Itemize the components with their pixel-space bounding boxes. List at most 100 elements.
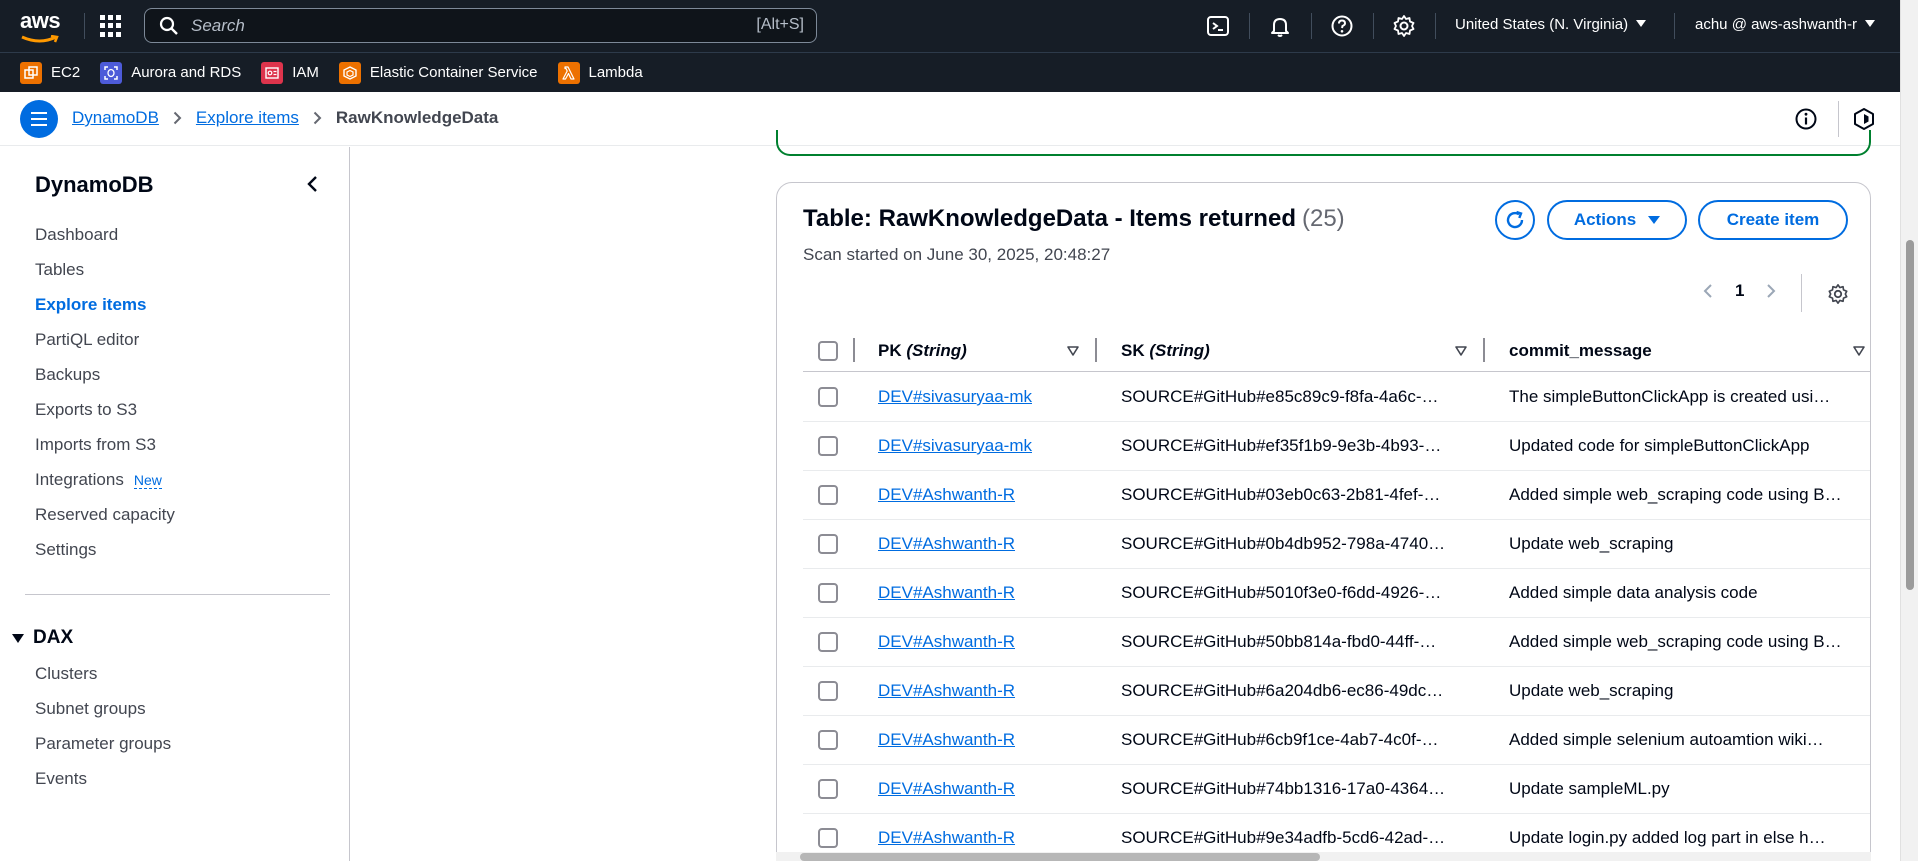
row-checkbox[interactable] [818, 534, 838, 554]
search-input[interactable] [191, 15, 731, 36]
row-commit-message: The simpleButtonClickApp is created usi… [1509, 387, 1831, 406]
breadcrumb-current: RawKnowledgeData [335, 108, 499, 127]
search-box[interactable]: [Alt+S] [144, 8, 817, 43]
ecs-icon [338, 61, 361, 84]
select-all-checkbox[interactable] [818, 341, 838, 361]
vertical-scrollbar[interactable] [1900, 0, 1918, 861]
breadcrumb-explore-items[interactable]: Explore items [196, 108, 299, 128]
feedback-hexagon-icon[interactable] [1852, 107, 1876, 131]
row-checkbox[interactable] [818, 485, 838, 505]
row-checkbox[interactable] [818, 730, 838, 750]
settings-gear-icon[interactable] [1392, 14, 1416, 38]
aws-logo[interactable]: aws [20, 10, 64, 43]
sidenav-item-exports-to-s3[interactable]: Exports to S3 [35, 400, 137, 420]
breadcrumb-dynamodb[interactable]: DynamoDB [72, 108, 159, 128]
sidenav-section-dax[interactable]: DAX [12, 627, 73, 649]
notifications-bell-icon[interactable] [1268, 14, 1292, 38]
region-selector[interactable]: United States (N. Virginia) [1455, 16, 1647, 33]
help-icon[interactable] [1330, 14, 1354, 38]
column-divider[interactable] [1095, 338, 1097, 362]
sidenav-item-clusters[interactable]: Clusters [35, 664, 97, 684]
sidenav-item-events[interactable]: Events [35, 769, 87, 789]
horizontal-scrollbar-thumb[interactable] [800, 853, 1320, 861]
table-header: PK (String) SK (String) commit_message [803, 330, 1870, 372]
sort-caret-icon[interactable] [1853, 346, 1865, 356]
row-pk-link[interactable]: DEV#Ashwanth-R [878, 779, 1098, 799]
close-sidenav-chevron-left-icon[interactable] [304, 174, 320, 194]
sidenav-item-settings[interactable]: Settings [35, 540, 96, 560]
page-number[interactable]: 1 [1735, 281, 1744, 301]
sidenav-item-imports-from-s3[interactable]: Imports from S3 [35, 435, 156, 455]
sidenav-divider [25, 594, 330, 595]
actions-button[interactable]: Actions [1547, 200, 1687, 240]
row-checkbox[interactable] [818, 436, 838, 456]
caret-down-icon [1648, 216, 1661, 224]
row-pk-link[interactable]: DEV#Ashwanth-R [878, 583, 1098, 603]
chevron-right-icon [173, 111, 182, 125]
row-checkbox[interactable] [818, 681, 838, 701]
row-pk-link[interactable]: DEV#Ashwanth-R [878, 632, 1098, 652]
favorite-lambda[interactable]: Lambda [557, 61, 643, 84]
vertical-scrollbar-thumb[interactable] [1906, 240, 1914, 590]
row-checkbox[interactable] [818, 387, 838, 407]
services-grid-icon[interactable] [100, 15, 122, 37]
sidenav-item-backups[interactable]: Backups [35, 365, 100, 385]
row-pk-link[interactable]: DEV#Ashwanth-R [878, 534, 1098, 554]
row-pk-link[interactable]: DEV#Ashwanth-R [878, 828, 1098, 848]
row-sk: SOURCE#GitHub#50bb814a-fbd0-44ff-… [1121, 632, 1437, 651]
chevron-right-icon[interactable] [1766, 283, 1776, 299]
favorites-bar: EC2 Aurora and RDS IAM Elastic Container… [0, 52, 1900, 92]
sidenav-item-parameter-groups[interactable]: Parameter groups [35, 734, 171, 754]
account-menu[interactable]: achu @ aws-ashwanth-r [1695, 16, 1875, 33]
row-pk-link[interactable]: DEV#Ashwanth-R [878, 681, 1098, 701]
row-checkbox[interactable] [818, 632, 838, 652]
row-pk-link[interactable]: DEV#sivasuryaa-mk [878, 436, 1098, 456]
navigation-menu-button[interactable] [20, 100, 58, 138]
divider [1249, 13, 1250, 39]
sort-caret-icon[interactable] [1455, 346, 1467, 356]
top-navigation-bar: aws [Alt+S] United States (N. Virginia) … [0, 0, 1900, 52]
sidenav-item-dashboard[interactable]: Dashboard [35, 225, 118, 245]
sidenav-item-integrations[interactable]: Integrations New [35, 470, 162, 490]
favorite-aurora-rds[interactable]: Aurora and RDS [100, 61, 241, 84]
side-navigation: DynamoDB Dashboard Tables Explore items … [0, 147, 350, 861]
info-icon[interactable] [1794, 107, 1818, 131]
sidenav-item-explore-items[interactable]: Explore items [35, 295, 147, 315]
sidenav-item-reserved-capacity[interactable]: Reserved capacity [35, 505, 175, 525]
refresh-icon [1506, 210, 1524, 229]
row-checkbox[interactable] [818, 828, 838, 848]
sidenav-title[interactable]: DynamoDB [35, 172, 154, 198]
row-commit-message: Added simple web_scraping code using B… [1509, 632, 1842, 651]
row-commit-message: Update sampleML.py [1509, 779, 1670, 798]
cloudshell-icon[interactable] [1206, 14, 1230, 38]
row-checkbox[interactable] [818, 583, 838, 603]
favorite-ec2[interactable]: EC2 [20, 61, 80, 84]
refresh-button[interactable] [1495, 200, 1535, 240]
row-pk-link[interactable]: DEV#sivasuryaa-mk [878, 387, 1098, 407]
horizontal-scrollbar[interactable] [776, 852, 1871, 861]
sort-caret-icon[interactable] [1067, 346, 1079, 356]
row-checkbox[interactable] [818, 779, 838, 799]
column-divider[interactable] [1483, 338, 1485, 362]
chevron-down-icon [1636, 20, 1647, 27]
row-pk-link[interactable]: DEV#Ashwanth-R [878, 485, 1098, 505]
favorite-ecs[interactable]: Elastic Container Service [338, 61, 538, 84]
column-header-commit-message[interactable]: commit_message [1509, 341, 1652, 361]
row-sk: SOURCE#GitHub#74bb1316-17a0-4364… [1121, 779, 1446, 798]
lambda-icon [557, 61, 580, 84]
create-item-button[interactable]: Create item [1698, 200, 1848, 240]
row-sk: SOURCE#GitHub#9e34adfb-5cd6-42ad-… [1121, 828, 1446, 847]
row-sk: SOURCE#GitHub#6cb9f1ce-4ab7-4c0f-… [1121, 730, 1439, 749]
success-flash-bar [776, 130, 1871, 156]
row-commit-message: Update web_scraping [1509, 681, 1674, 700]
sidenav-item-partiql-editor[interactable]: PartiQL editor [35, 330, 139, 350]
chevron-left-icon[interactable] [1703, 283, 1713, 299]
column-header-pk[interactable]: PK (String) [878, 341, 967, 361]
sidenav-item-subnet-groups[interactable]: Subnet groups [35, 699, 146, 719]
table-row: DEV#Ashwanth-R SOURCE#GitHub#5010f3e0-f6… [803, 569, 1870, 618]
table-preferences-gear-icon[interactable] [1827, 283, 1849, 305]
row-pk-link[interactable]: DEV#Ashwanth-R [878, 730, 1098, 750]
column-header-sk[interactable]: SK (String) [1121, 341, 1210, 361]
sidenav-item-tables[interactable]: Tables [35, 260, 84, 280]
favorite-iam[interactable]: IAM [261, 61, 319, 84]
